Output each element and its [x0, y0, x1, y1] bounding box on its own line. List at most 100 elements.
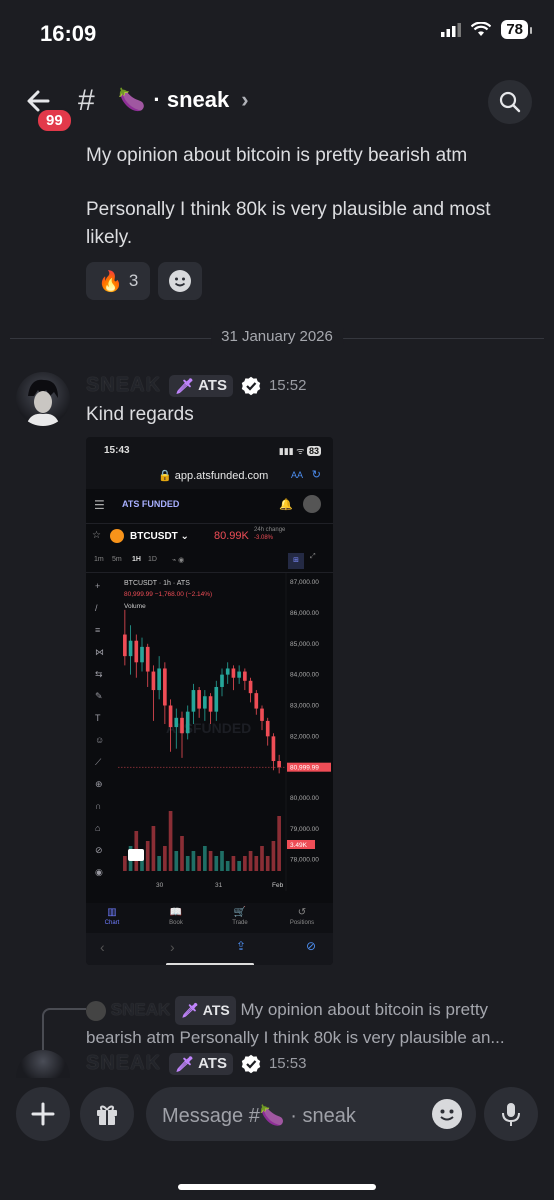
candle-body [185, 711, 190, 734]
microphone-icon [502, 1103, 520, 1126]
price-tick-label: 84,000.00 [290, 672, 319, 679]
chart-title: BTCUSDT · 1h · ATS [124, 580, 190, 587]
candle-body [168, 705, 173, 728]
price-tick-label: 85,000.00 [290, 641, 319, 648]
drawing-tool-icon: ⇆ [95, 669, 103, 679]
search-button[interactable] [488, 80, 532, 124]
status-bar: 16:09 78 [0, 0, 554, 66]
reply-connector [42, 1008, 86, 1050]
gift-button[interactable] [80, 1087, 134, 1141]
change-value: -3.08% [254, 535, 274, 541]
drawing-tool-icon: ⟋ [95, 757, 102, 767]
add-reaction-button[interactable] [158, 262, 203, 300]
tab-positions: ↺ Positions [282, 907, 322, 926]
candle-body [248, 680, 253, 694]
home-indicator [178, 1184, 376, 1190]
browser-back-icon: ‹ [100, 939, 105, 955]
browser-url-bar: 🔒 app.atsfunded.com AA ↻ [86, 465, 333, 489]
signal-icon [441, 22, 462, 37]
verified-icon [241, 376, 261, 395]
volume-bar [271, 841, 276, 871]
brand-logo: ATS FUNDED [122, 499, 180, 509]
timeframe-1m: 1m [94, 556, 104, 563]
candle-body [140, 646, 144, 663]
screenshot-time: 15:43 [104, 445, 130, 456]
server-tag[interactable]: 🗡 ATS [169, 374, 233, 397]
verified-icon [241, 1054, 261, 1073]
channel-header: 99 # 🍆 · sneak › [0, 70, 554, 133]
author-name[interactable]: SNEAK [86, 1052, 161, 1075]
volume-bar [191, 851, 196, 871]
reply-tag: 🗡 ATS [174, 996, 236, 1025]
message-timestamp: 15:52 [268, 377, 307, 394]
volume-bar [248, 851, 253, 871]
volume-bar [151, 826, 156, 871]
candle-body [128, 640, 133, 657]
avatar[interactable] [16, 372, 70, 426]
candle-body [151, 671, 156, 691]
drawing-tool-icon: T [95, 713, 101, 723]
volume-bar [145, 841, 150, 871]
volume-bar [277, 816, 281, 871]
avatar[interactable] [16, 1050, 70, 1078]
drawing-tool-icon: + [95, 581, 100, 591]
price-tick-label: 83,000.00 [290, 702, 319, 709]
candle-body [243, 671, 247, 681]
message-text: Personally I think 80k is very plausible… [86, 199, 491, 220]
candle-body [191, 690, 196, 712]
app-avatar [303, 495, 321, 513]
reply-preview[interactable]: SNEAK 🗡 ATS My opinion about bitcoin is p… [86, 996, 536, 1050]
attached-screenshot[interactable]: 15:43 ▮▮▮ ᯤ 83 🔒 app.atsfunded.com AA ↻ … [86, 437, 333, 965]
x-label-31: 31 [215, 882, 223, 889]
voice-message-button[interactable] [484, 1087, 538, 1141]
volume-bar [168, 811, 173, 871]
server-tag[interactable]: 🗡 ATS [169, 1052, 233, 1075]
last-price-label: 80,999.99 [290, 764, 319, 771]
reader-aa: AA [290, 470, 303, 480]
volume-bar [208, 851, 213, 871]
drawing-tool-icon: ≡ [95, 625, 100, 635]
volume-series [123, 811, 281, 871]
search-icon [499, 91, 521, 113]
channel-title[interactable]: 🍆 · sneak › [118, 87, 249, 113]
volume-bar [243, 856, 247, 871]
x-label-feb: Feb [272, 882, 284, 889]
reply-text-line1: My opinion about bitcoin is pretty [240, 1000, 489, 1019]
price-axis: 87,000.00 86,000.00 85,000.00 84,000.00 83,0… [290, 579, 319, 864]
emoji-button[interactable] [432, 1099, 462, 1129]
fire-reaction[interactable]: 🔥 3 [86, 262, 151, 300]
author-name[interactable]: SNEAK [86, 374, 161, 397]
history-icon: ↺ [297, 907, 307, 918]
candle-body [145, 646, 150, 672]
candlestick-series [123, 609, 281, 774]
screenshot-url: app.atsfunded.com [174, 470, 269, 482]
bitcoin-icon [110, 529, 124, 543]
candle-body [174, 717, 179, 728]
pair-name: BTCUSDT ⌄ [130, 531, 189, 542]
x-label-30: 30 [156, 882, 164, 889]
smiley-icon [440, 1109, 454, 1121]
message-text: likely. [86, 227, 133, 248]
app-bottom-nav: ▥ Chart 📖 Book 🛒 Trade ↺ Positions [86, 903, 333, 933]
candle-body [220, 674, 224, 687]
tradingview-logo [128, 849, 144, 861]
drawing-tool-icon: ∩ [95, 801, 101, 811]
avatar-image [26, 379, 60, 426]
message-input[interactable]: Message #🍆 · sneak [146, 1087, 476, 1141]
volume-bar [220, 851, 224, 871]
candle-body [260, 708, 264, 721]
timeframe-5m: 5m [112, 556, 122, 563]
volume-bar [203, 846, 207, 871]
reload-icon: ↻ [311, 469, 321, 481]
channel-hash-icon: # [78, 84, 95, 117]
candle-body [203, 696, 207, 709]
cart-icon: 🛒 [233, 907, 247, 918]
compass-icon: ⊘ [306, 939, 317, 953]
candle-body [157, 668, 161, 691]
candle-body [214, 686, 219, 712]
add-attachment-button[interactable] [16, 1087, 70, 1141]
reply-text-line2: bearish atm Personally I think 80k is ve… [86, 1028, 505, 1047]
lock-icon: 🔒 [158, 470, 172, 482]
volume-tag: 3.49K [290, 842, 308, 849]
sword-icon: 🗡 [175, 1055, 195, 1073]
